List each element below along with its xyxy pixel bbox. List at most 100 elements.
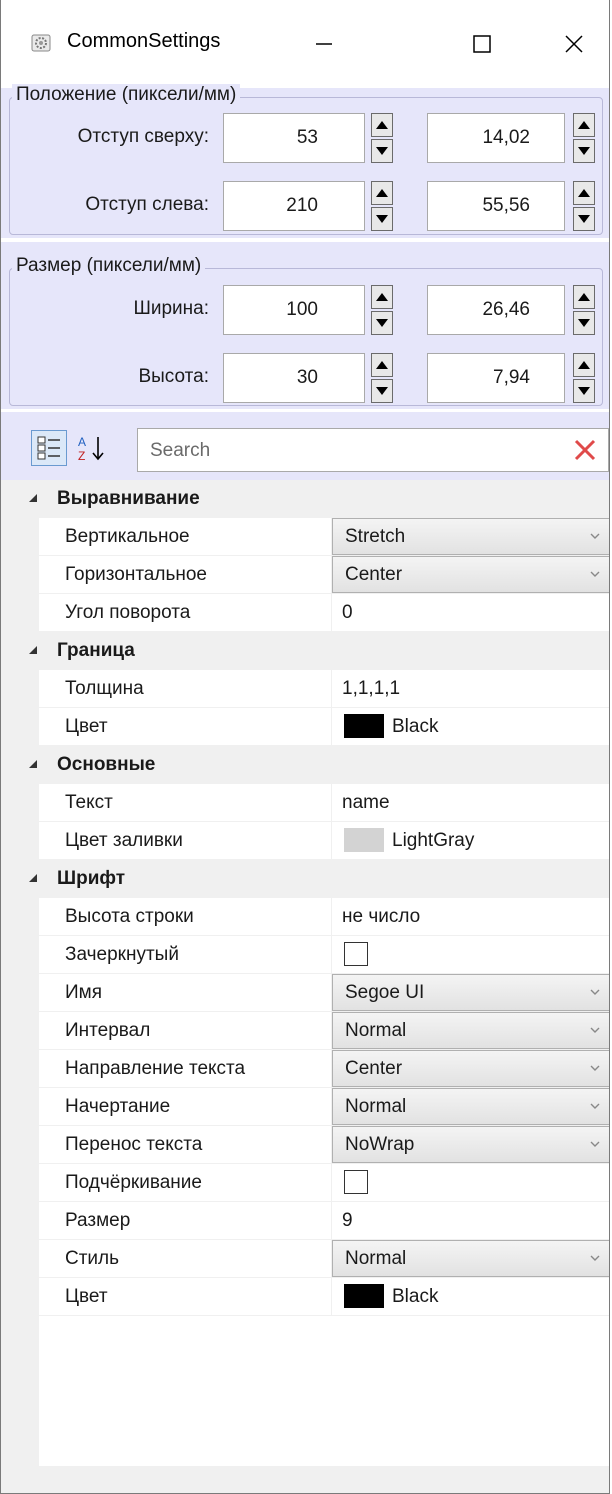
search-input[interactable] [148,429,552,473]
width-label: Ширина: [133,298,209,319]
collapse-arrow-icon[interactable] [27,872,39,884]
property-name: Начертание [65,1096,171,1117]
categorized-view-button[interactable] [31,430,67,466]
app-gear-icon [31,34,51,52]
size-group-label: Размер (пиксели/мм) [12,255,206,277]
top-offset-mm-spinner [573,113,595,163]
height-mm-input[interactable]: 7,94 [427,353,565,403]
height-px-input[interactable]: 30 [223,353,365,403]
color-name: Black [392,1286,439,1307]
font-name-dropdown[interactable]: Segoe UI [332,974,609,1011]
spin-down-button[interactable] [573,139,595,163]
dropdown-value: Segoe UI [345,982,425,1003]
text-wrap-dropdown[interactable]: NoWrap [332,1126,609,1163]
border-color-value[interactable]: Black [331,708,609,745]
width-px-input[interactable]: 100 [223,285,365,335]
common-settings-window: CommonSettings Положение (пиксели/мм) От… [0,0,610,1494]
thickness-value[interactable]: 1,1,1,1 [331,670,609,707]
left-offset-px-input[interactable]: 210 [223,181,365,231]
top-offset-mm-input[interactable]: 14,02 [427,113,565,163]
property-name: Цвет [65,1286,108,1307]
property-row: Размер 9 [39,1202,609,1240]
property-row: Горизонтальное Center [39,556,609,594]
spin-up-button[interactable] [573,285,595,309]
property-name: Перенос текста [65,1134,203,1155]
dropdown-value: Normal [345,1096,407,1117]
strikethrough-checkbox[interactable] [344,942,368,966]
height-mm-spinner [573,353,595,403]
minimize-button[interactable] [289,16,359,72]
top-offset-px-input[interactable]: 53 [223,113,365,163]
category-alignment[interactable]: Выравнивание [1,480,609,518]
left-offset-mm-input[interactable]: 55,56 [427,181,565,231]
alphabetical-sort-button[interactable]: A Z [73,430,109,466]
collapse-arrow-icon[interactable] [27,644,39,656]
text-value[interactable]: name [331,784,609,821]
arrow-up-icon [578,121,590,129]
property-name: Подчёркивание [65,1172,202,1193]
spin-down-button[interactable] [573,207,595,231]
spin-down-button[interactable] [573,311,595,335]
category-border[interactable]: Граница [1,632,609,670]
property-row: Зачеркнутый [39,936,609,974]
spin-up-button[interactable] [573,113,595,137]
vertical-alignment-dropdown[interactable]: Stretch [332,518,609,555]
position-group-label: Положение (пиксели/мм) [12,84,241,106]
spin-up-button[interactable] [371,181,393,205]
fill-color-value[interactable]: LightGray [331,822,609,859]
spin-up-button[interactable] [371,113,393,137]
font-style-dropdown[interactable]: Normal [332,1240,609,1277]
clear-search-icon[interactable] [572,437,598,463]
spin-down-button[interactable] [371,139,393,163]
height-px-spinner [371,353,393,403]
property-name: Высота строки [65,906,194,927]
dropdown-value: NoWrap [345,1134,415,1155]
property-value-text: name [342,792,390,813]
property-name: Цвет заливки [65,830,183,851]
spin-down-button[interactable] [573,379,595,403]
font-size-value[interactable]: 9 [331,1202,609,1239]
spin-up-button[interactable] [573,181,595,205]
rotation-value[interactable]: 0 [331,594,609,631]
font-color-value[interactable]: Black [331,1278,609,1315]
category-name: Граница [57,640,135,661]
width-mm-input[interactable]: 26,46 [427,285,565,335]
horizontal-alignment-dropdown[interactable]: Center [332,556,609,593]
title-bar: CommonSettings [1,0,609,88]
line-height-value[interactable]: не число [331,898,609,935]
chevron-down-icon [590,1255,600,1261]
category-name: Основные [57,754,156,775]
chevron-down-icon [590,989,600,995]
category-font[interactable]: Шрифт [1,860,609,898]
property-row: Текст name [39,784,609,822]
svg-text:Z: Z [78,449,85,463]
spin-down-button[interactable] [371,311,393,335]
spin-down-button[interactable] [371,379,393,403]
top-offset-px-spinner [371,113,393,163]
spin-up-button[interactable] [573,353,595,377]
spin-up-button[interactable] [371,353,393,377]
text-direction-dropdown[interactable]: Center [332,1050,609,1087]
spacing-dropdown[interactable]: Normal [332,1012,609,1049]
width-mm-spinner [573,285,595,335]
underline-checkbox[interactable] [344,1170,368,1194]
property-name: Текст [65,792,113,813]
property-value: Center [331,556,609,593]
categorized-icon [37,436,60,460]
font-weight-dropdown[interactable]: Normal [332,1088,609,1125]
property-name: Горизонтальное [65,564,207,585]
close-button[interactable] [539,16,609,72]
property-grid-toolbar: A Z [1,412,609,480]
spin-up-button[interactable] [371,285,393,309]
collapse-arrow-icon[interactable] [27,758,39,770]
property-row: Цвет Black [39,1278,609,1316]
collapse-arrow-icon[interactable] [27,492,39,504]
maximize-button[interactable] [447,16,517,72]
arrow-down-icon [578,215,590,223]
property-value-text: не число [342,906,421,927]
spin-down-button[interactable] [371,207,393,231]
property-row: Интервал Normal [39,1012,609,1050]
color-swatch [344,714,384,738]
left-offset-mm-spinner [573,181,595,231]
category-main[interactable]: Основные [1,746,609,784]
